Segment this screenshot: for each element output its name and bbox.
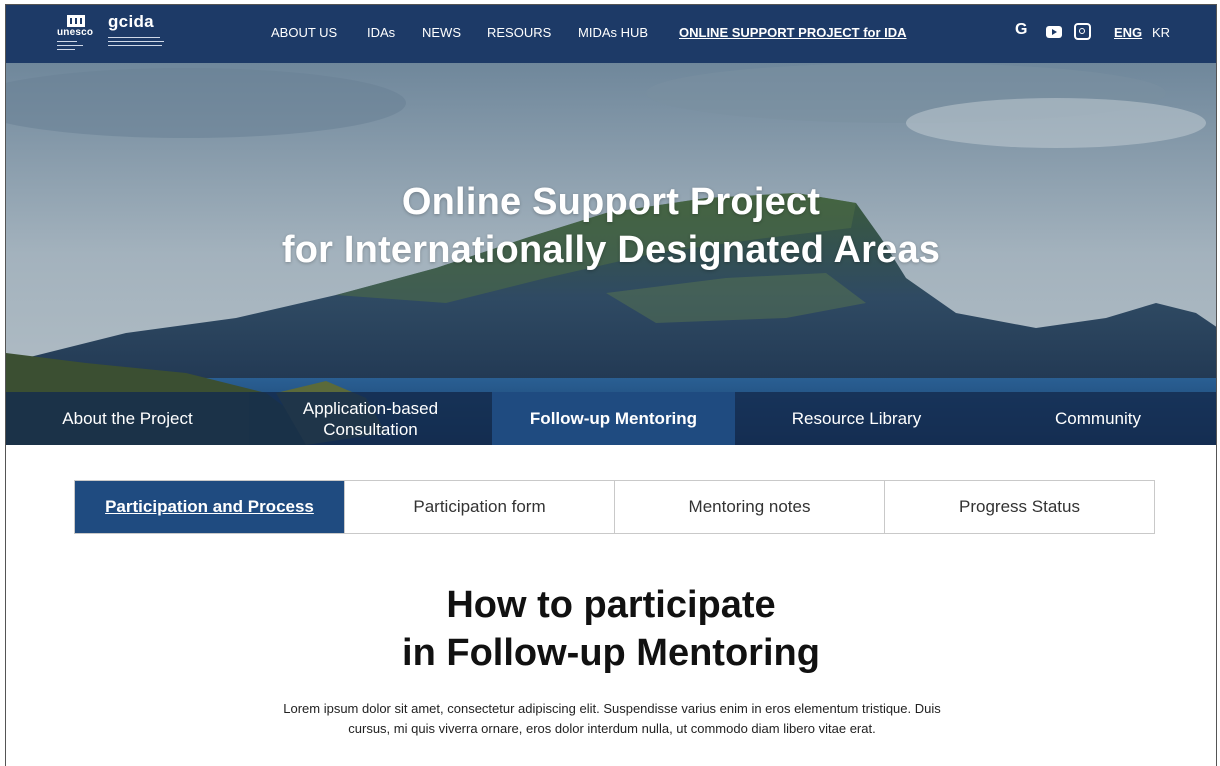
page-frame: unesco gcida ABOUT US IDAs NEWS RESOURS …: [5, 4, 1217, 766]
heading-line2: in Follow-up Mentoring: [402, 632, 820, 674]
hero-banner: Online Support Project for International…: [6, 63, 1216, 445]
subtab-mentoring-notes[interactable]: Mentoring notes: [614, 481, 884, 533]
tab-follow-up-mentoring[interactable]: Follow-up Mentoring: [492, 392, 735, 445]
nav-news[interactable]: NEWS: [422, 25, 461, 40]
logo-line: [57, 41, 77, 42]
intro-paragraph: Lorem ipsum dolor sit amet, consectetur …: [283, 701, 941, 736]
gcida-wordmark: gcida: [108, 12, 154, 31]
page-heading: How to participate in Follow-up Mentorin…: [6, 581, 1216, 677]
nav-online-support-project[interactable]: ONLINE SUPPORT PROJECT for IDA: [679, 25, 907, 40]
subtab-participation-form[interactable]: Participation form: [344, 481, 614, 533]
hero-title-line1: Online Support Project: [401, 181, 821, 223]
heading-line1: How to participate: [446, 584, 776, 626]
temple-icon: [67, 15, 85, 27]
instagram-icon[interactable]: [1074, 23, 1091, 40]
logo-line: [108, 41, 164, 42]
tab-label-line2: Consultation: [323, 419, 418, 439]
top-header: unesco gcida ABOUT US IDAs NEWS RESOURS …: [6, 5, 1216, 63]
language-kr[interactable]: KR: [1152, 25, 1170, 40]
nav-midas-hub[interactable]: MIDAs HUB: [578, 25, 648, 40]
subtab-progress-status[interactable]: Progress Status: [884, 481, 1154, 533]
nav-resources[interactable]: RESOURS: [487, 25, 551, 40]
unesco-logo: unesco: [56, 14, 98, 52]
tab-resource-library[interactable]: Resource Library: [735, 392, 978, 445]
tab-about-the-project[interactable]: About the Project: [6, 392, 249, 445]
google-icon[interactable]: G: [1015, 21, 1027, 41]
tab-application-based-consultation[interactable]: Application-based Consultation: [249, 392, 492, 445]
nav-idas[interactable]: IDAs: [367, 25, 395, 40]
logo-line: [108, 37, 160, 38]
hero-tab-bar: About the Project Application-based Cons…: [6, 392, 1216, 445]
tab-label: Resource Library: [791, 409, 922, 428]
sub-tab-bar: Participation and Process Participation …: [74, 480, 1155, 534]
language-eng[interactable]: ENG: [1114, 25, 1142, 40]
tab-community[interactable]: Community: [978, 392, 1216, 445]
nav-about-us[interactable]: ABOUT US: [271, 25, 337, 40]
tab-label: Application-based Consultation: [303, 398, 438, 440]
logo-line: [57, 45, 83, 46]
youtube-icon[interactable]: [1046, 26, 1062, 38]
logo-line: [57, 49, 75, 50]
tab-label: About the Project: [62, 409, 193, 428]
tab-label: Community: [1055, 409, 1141, 428]
tab-label: Follow-up Mentoring: [529, 409, 698, 428]
site-logo[interactable]: unesco gcida: [56, 12, 166, 54]
tab-label-line1: Application-based: [302, 398, 439, 418]
logo-line: [108, 45, 162, 46]
hero-title-line2: for Internationally Designated Areas: [281, 229, 941, 271]
unesco-wordmark: unesco: [57, 27, 94, 38]
subtab-participation-and-process[interactable]: Participation and Process: [75, 481, 344, 533]
hero-title: Online Support Project for International…: [6, 178, 1216, 274]
